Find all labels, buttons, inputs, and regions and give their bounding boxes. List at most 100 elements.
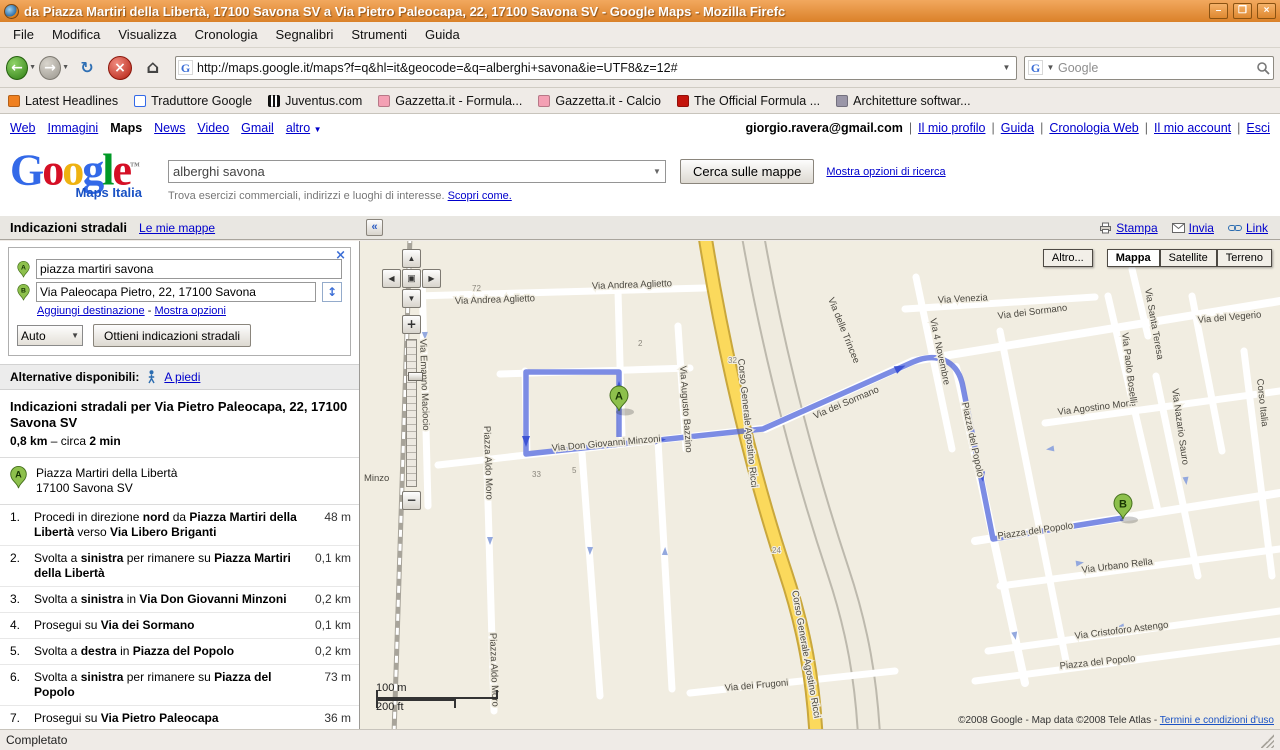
terms-link[interactable]: Termini e condizioni d'uso — [1160, 715, 1274, 726]
direction-step-6[interactable]: 6. Svolta a sinistra per rimanere su Pia… — [0, 665, 359, 706]
close-form-icon[interactable]: × — [335, 249, 346, 263]
back-button[interactable]: ← ▼ — [6, 54, 36, 82]
link-gmail[interactable]: Gmail — [241, 121, 274, 135]
house-number: 2 — [638, 339, 643, 348]
separator: | — [1237, 121, 1240, 135]
pan-left-button[interactable]: ◀ — [382, 269, 401, 288]
menu-help[interactable]: Guida — [416, 23, 469, 46]
stop-button[interactable]: × — [105, 54, 135, 82]
web-search-input[interactable] — [1058, 61, 1253, 75]
bookmark-juventus[interactable]: Juventus.com — [268, 94, 362, 108]
start-address-input[interactable] — [36, 259, 342, 279]
search-engine-dropdown-icon[interactable]: ▼ — [1046, 58, 1055, 78]
search-options-link[interactable]: Mostra opzioni di ricerca — [826, 166, 945, 178]
collapse-panel-button[interactable]: « — [366, 219, 383, 236]
link-mio-account[interactable]: Il mio account — [1154, 121, 1231, 135]
menu-file[interactable]: File — [4, 23, 43, 46]
zoom-slider-handle[interactable] — [408, 372, 423, 381]
scopri-come-link[interactable]: Scopri come. — [448, 190, 512, 202]
direction-step-2[interactable]: 2. Svolta a sinistra per rimanere su Pia… — [0, 546, 359, 587]
link-news[interactable]: News — [154, 121, 185, 135]
bookmark-gazzetta-calcio[interactable]: Gazzetta.it - Calcio — [538, 94, 661, 108]
end-address-input[interactable] — [36, 282, 316, 302]
zoom-out-button[interactable]: − — [402, 491, 421, 510]
back-dropdown-icon[interactable]: ▼ — [29, 64, 36, 71]
direction-step-3[interactable]: 3. Svolta a sinistra in Via Don Giovanni… — [0, 587, 359, 613]
resize-grip[interactable] — [1259, 733, 1274, 748]
link-guida[interactable]: Guida — [1001, 121, 1034, 135]
link-video[interactable]: Video — [197, 121, 229, 135]
zoom-in-button[interactable]: + — [402, 315, 421, 334]
menu-tools[interactable]: Strumenti — [342, 23, 416, 46]
link-web[interactable]: Web — [10, 121, 35, 135]
menu-history[interactable]: Cronologia — [186, 23, 267, 46]
bookmark-official-formula[interactable]: The Official Formula ... — [677, 94, 820, 108]
pan-up-button[interactable]: ▲ — [402, 249, 421, 268]
menubar: File Modifica Visualizza Cronologia Segn… — [0, 22, 1280, 48]
link-immagini[interactable]: Immagini — [47, 121, 98, 135]
bookmark-gazzetta-formula[interactable]: Gazzetta.it - Formula... — [378, 94, 522, 108]
minimize-button[interactable]: – — [1209, 3, 1228, 19]
search-maps-button[interactable]: Cerca sulle mappe — [680, 159, 814, 184]
link-cronologia-web[interactable]: Cronologia Web — [1049, 121, 1138, 135]
travel-mode-select[interactable]: Auto ▼ — [17, 325, 83, 346]
bookmark-latest-headlines[interactable]: Latest Headlines — [8, 94, 118, 108]
direction-step-4[interactable]: 4. Prosegui su Via dei Sormano 0,1 km — [0, 613, 359, 639]
pan-down-button[interactable]: ▼ — [402, 289, 421, 308]
direction-step-1[interactable]: 1. Procedi in direzione nord da Piazza M… — [0, 505, 359, 546]
pan-right-button[interactable]: ▶ — [422, 269, 441, 288]
maximize-button[interactable]: ❐ — [1233, 3, 1252, 19]
google-maps-logo[interactable]: Google™ Maps Italia — [10, 144, 160, 200]
start-address: Piazza Martiri della Libertà 17100 Savon… — [36, 466, 177, 496]
menu-bookmarks[interactable]: Segnalibri — [267, 23, 343, 46]
step-seg: per rimanere su — [123, 670, 214, 684]
add-destination-link[interactable]: Aggiungi destinazione — [37, 305, 145, 317]
forward-button[interactable]: → ▼ — [39, 54, 69, 82]
get-directions-button[interactable]: Ottieni indicazioni stradali — [93, 324, 251, 347]
map-type-altro[interactable]: Altro... — [1043, 249, 1093, 267]
reload-button[interactable]: ↻ — [72, 54, 102, 82]
step-seg: Svolta a — [34, 551, 81, 565]
link-altro[interactable]: altro ▼ — [286, 121, 322, 135]
link-link[interactable]: Link — [1246, 221, 1268, 235]
start-location[interactable]: A Piazza Martiri della Libertà 17100 Sav… — [0, 458, 359, 505]
bookmark-traduttore-google[interactable]: Traduttore Google — [134, 94, 252, 108]
zoom-slider-track[interactable] — [406, 339, 417, 487]
print-link[interactable]: Stampa — [1116, 221, 1157, 235]
direction-step-7[interactable]: 7. Prosegui su Via Pietro Paleocapa 36 m — [0, 706, 359, 729]
home-button[interactable]: ⌂ — [138, 54, 168, 82]
query-history-dropdown-icon[interactable]: ▼ — [649, 167, 665, 176]
link-maps-current[interactable]: Maps — [110, 121, 142, 135]
url-input[interactable] — [197, 61, 995, 75]
titlebar[interactable]: da Piazza Martiri della Libertà, 17100 S… — [0, 0, 1280, 22]
walking-directions-link[interactable]: A piedi — [164, 370, 200, 384]
pan-center-button[interactable]: ▣ — [402, 269, 421, 288]
forward-dropdown-icon[interactable]: ▼ — [62, 64, 69, 71]
menu-view[interactable]: Visualizza — [109, 23, 185, 46]
map-type-satellite[interactable]: Satellite — [1160, 249, 1217, 267]
link-profilo[interactable]: Il mio profilo — [918, 121, 985, 135]
send-action[interactable]: Invia — [1172, 221, 1214, 235]
link-action[interactable]: Link — [1228, 221, 1268, 235]
my-maps-link[interactable]: Le mie mappe — [139, 221, 215, 235]
gazzetta-favicon — [538, 95, 550, 107]
map-type-mappa[interactable]: Mappa — [1107, 249, 1160, 267]
map-canvas[interactable]: Via Andrea Aglietto Via Andrea Aglietto … — [360, 241, 1280, 729]
magnifier-icon[interactable] — [1256, 61, 1270, 75]
search-engine-icon[interactable]: G — [1028, 60, 1043, 75]
maps-query-input[interactable] — [169, 164, 649, 179]
direction-step-5[interactable]: 5. Svolta a destra in Piazza del Popolo … — [0, 639, 359, 665]
reload-icon: ↻ — [80, 60, 93, 76]
altro-label[interactable]: altro — [286, 121, 310, 135]
show-options-link[interactable]: Mostra opzioni — [154, 305, 226, 317]
bookmark-architetture-software[interactable]: Architetture softwar... — [836, 94, 970, 108]
print-action[interactable]: Stampa — [1099, 221, 1157, 235]
swap-route-button[interactable]: ↕ — [322, 282, 342, 302]
scale-bar-line-ft — [376, 699, 456, 701]
map-type-terreno[interactable]: Terreno — [1217, 249, 1272, 267]
menu-edit[interactable]: Modifica — [43, 23, 109, 46]
send-link[interactable]: Invia — [1189, 221, 1214, 235]
link-esci[interactable]: Esci — [1246, 121, 1270, 135]
url-dropdown-icon[interactable]: ▼ — [999, 58, 1014, 78]
close-button[interactable]: × — [1257, 3, 1276, 19]
